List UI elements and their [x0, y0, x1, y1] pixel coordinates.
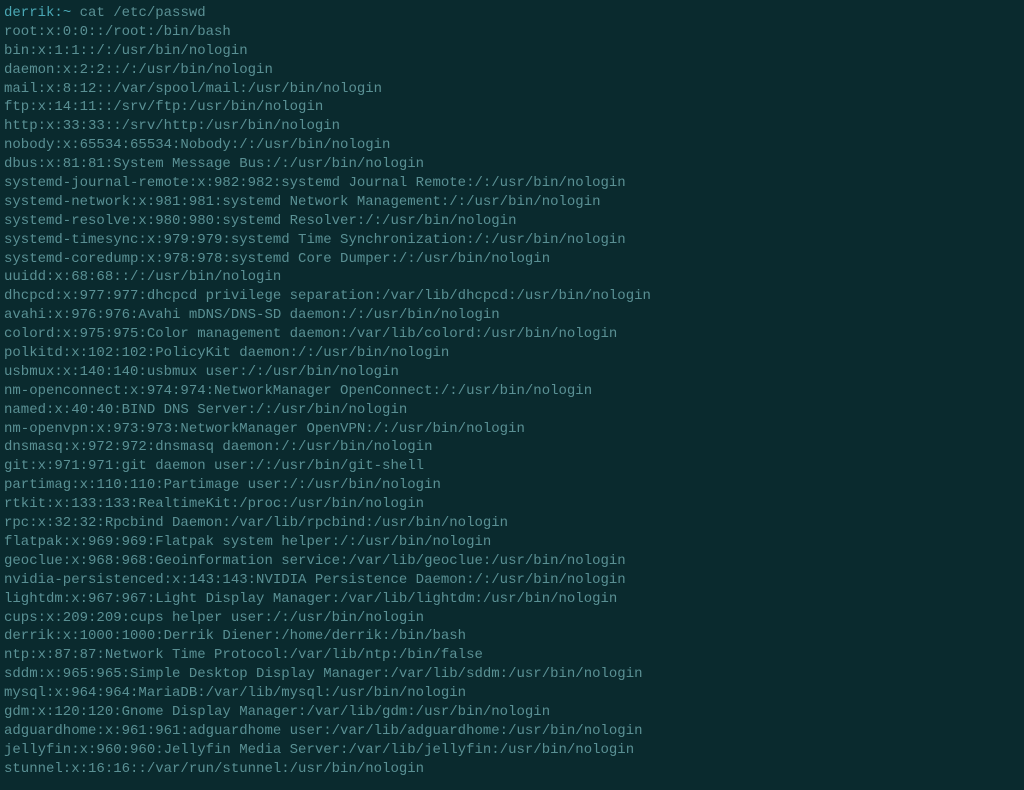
terminal-output: root:x:0:0::/root:/bin/bashbin:x:1:1::/:… — [4, 23, 1020, 779]
output-line: usbmux:x:140:140:usbmux user:/:/usr/bin/… — [4, 363, 1020, 382]
prompt-line: derrik:~ cat /etc/passwd — [4, 4, 1020, 23]
output-line: root:x:0:0::/root:/bin/bash — [4, 23, 1020, 42]
output-line: adguardhome:x:961:961:adguardhome user:/… — [4, 722, 1020, 741]
output-line: partimag:x:110:110:Partimage user:/:/usr… — [4, 476, 1020, 495]
output-line: systemd-coredump:x:978:978:systemd Core … — [4, 250, 1020, 269]
output-line: systemd-network:x:981:981:systemd Networ… — [4, 193, 1020, 212]
output-line: jellyfin:x:960:960:Jellyfin Media Server… — [4, 741, 1020, 760]
output-line: flatpak:x:969:969:Flatpak system helper:… — [4, 533, 1020, 552]
output-line: systemd-journal-remote:x:982:982:systemd… — [4, 174, 1020, 193]
output-line: ftp:x:14:11::/srv/ftp:/usr/bin/nologin — [4, 98, 1020, 117]
output-line: uuidd:x:68:68::/:/usr/bin/nologin — [4, 268, 1020, 287]
output-line: systemd-timesync:x:979:979:systemd Time … — [4, 231, 1020, 250]
output-line: rpc:x:32:32:Rpcbind Daemon:/var/lib/rpcb… — [4, 514, 1020, 533]
output-line: ntp:x:87:87:Network Time Protocol:/var/l… — [4, 646, 1020, 665]
output-line: nm-openvpn:x:973:973:NetworkManager Open… — [4, 420, 1020, 439]
output-line: dbus:x:81:81:System Message Bus:/:/usr/b… — [4, 155, 1020, 174]
output-line: avahi:x:976:976:Avahi mDNS/DNS-SD daemon… — [4, 306, 1020, 325]
output-line: rtkit:x:133:133:RealtimeKit:/proc:/usr/b… — [4, 495, 1020, 514]
output-line: mail:x:8:12::/var/spool/mail:/usr/bin/no… — [4, 80, 1020, 99]
output-line: mysql:x:964:964:MariaDB:/var/lib/mysql:/… — [4, 684, 1020, 703]
output-line: nobody:x:65534:65534:Nobody:/:/usr/bin/n… — [4, 136, 1020, 155]
output-line: named:x:40:40:BIND DNS Server:/:/usr/bin… — [4, 401, 1020, 420]
output-line: lightdm:x:967:967:Light Display Manager:… — [4, 590, 1020, 609]
output-line: dnsmasq:x:972:972:dnsmasq daemon:/:/usr/… — [4, 438, 1020, 457]
output-line: daemon:x:2:2::/:/usr/bin/nologin — [4, 61, 1020, 80]
output-line: polkitd:x:102:102:PolicyKit daemon:/:/us… — [4, 344, 1020, 363]
output-line: cups:x:209:209:cups helper user:/:/usr/b… — [4, 609, 1020, 628]
output-line: derrik:x:1000:1000:Derrik Diener:/home/d… — [4, 627, 1020, 646]
output-line: stunnel:x:16:16::/var/run/stunnel:/usr/b… — [4, 760, 1020, 779]
terminal-window[interactable]: derrik:~ cat /etc/passwd root:x:0:0::/ro… — [4, 4, 1020, 779]
prompt-separator: : — [54, 5, 62, 21]
command-text: cat /etc/passwd — [80, 5, 206, 21]
prompt-space — [71, 5, 79, 21]
output-line: bin:x:1:1::/:/usr/bin/nologin — [4, 42, 1020, 61]
output-line: geoclue:x:968:968:Geoinformation service… — [4, 552, 1020, 571]
prompt-path: ~ — [63, 5, 71, 21]
output-line: nm-openconnect:x:974:974:NetworkManager … — [4, 382, 1020, 401]
prompt-user: derrik — [4, 5, 54, 21]
output-line: dhcpcd:x:977:977:dhcpcd privilege separa… — [4, 287, 1020, 306]
output-line: http:x:33:33::/srv/http:/usr/bin/nologin — [4, 117, 1020, 136]
output-line: nvidia-persistenced:x:143:143:NVIDIA Per… — [4, 571, 1020, 590]
output-line: systemd-resolve:x:980:980:systemd Resolv… — [4, 212, 1020, 231]
output-line: colord:x:975:975:Color management daemon… — [4, 325, 1020, 344]
output-line: git:x:971:971:git daemon user:/:/usr/bin… — [4, 457, 1020, 476]
output-line: sddm:x:965:965:Simple Desktop Display Ma… — [4, 665, 1020, 684]
output-line: gdm:x:120:120:Gnome Display Manager:/var… — [4, 703, 1020, 722]
